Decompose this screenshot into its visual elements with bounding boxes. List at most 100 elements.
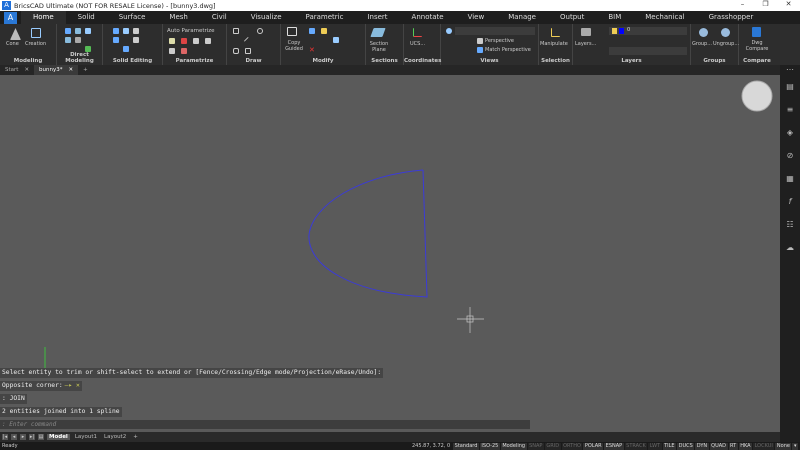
rotate-face-icon[interactable] bbox=[85, 28, 91, 34]
status-toggle-strack[interactable]: STRACK bbox=[624, 442, 648, 450]
status-toggle-dyn[interactable]: DYN bbox=[695, 442, 709, 450]
perspective-button[interactable]: Perspective bbox=[485, 38, 514, 44]
last-layout-button[interactable]: ▸| bbox=[29, 434, 35, 440]
line-icon[interactable] bbox=[243, 36, 253, 46]
new-tab-button[interactable]: + bbox=[78, 65, 93, 75]
tab-view[interactable]: View bbox=[456, 11, 497, 24]
slice-icon[interactable] bbox=[113, 37, 119, 43]
status-toggle-snap[interactable]: SNAP bbox=[527, 442, 544, 450]
status-toggle-esnap[interactable]: ESNAP bbox=[604, 442, 624, 450]
tab-bim[interactable]: BIM bbox=[596, 11, 633, 24]
first-layout-button[interactable]: |◂ bbox=[2, 434, 8, 440]
tab-mechanical[interactable]: Mechanical bbox=[633, 11, 696, 24]
app-menu-button[interactable]: A bbox=[4, 11, 17, 24]
layer-color-swatch[interactable] bbox=[619, 28, 624, 34]
subtract-icon[interactable] bbox=[123, 28, 129, 34]
drawing-canvas[interactable] bbox=[0, 75, 780, 432]
extrude-icon[interactable] bbox=[133, 37, 139, 43]
status-toggle-lwt[interactable]: LWT bbox=[648, 442, 662, 450]
manipulate-icon[interactable] bbox=[551, 28, 560, 37]
move-face-icon[interactable] bbox=[75, 37, 81, 43]
layout-tab-layout1[interactable]: Layout1 bbox=[73, 434, 99, 440]
polygon-icon[interactable] bbox=[233, 48, 239, 54]
status-toggle-iso-25[interactable]: ISO-25 bbox=[479, 442, 500, 450]
arc-icon[interactable] bbox=[233, 28, 239, 34]
attach-icon[interactable]: ⊘ bbox=[780, 144, 800, 167]
tab-visualize[interactable]: Visualize bbox=[239, 11, 294, 24]
layout-tab-model[interactable]: Model bbox=[47, 434, 70, 440]
manipulate-button[interactable]: Manipulate bbox=[540, 41, 568, 47]
next-layout-button[interactable]: ▸ bbox=[20, 434, 26, 440]
cone-icon[interactable] bbox=[10, 28, 21, 40]
circle-icon[interactable] bbox=[257, 28, 263, 34]
status-toggle-ortho[interactable]: ORTHO bbox=[561, 442, 583, 450]
fix-icon[interactable] bbox=[169, 48, 175, 54]
status-toggle-tile[interactable]: TILE bbox=[662, 442, 677, 450]
status-toggle-ducs[interactable]: DUCS bbox=[677, 442, 695, 450]
dwg-compare-button[interactable]: Dwg Compare bbox=[743, 40, 771, 52]
view-select[interactable] bbox=[455, 27, 535, 35]
status-toggle-hka[interactable]: HKA bbox=[738, 442, 753, 450]
add-layout-button[interactable]: + bbox=[131, 434, 140, 440]
push-pull-icon[interactable] bbox=[65, 28, 71, 34]
section-plane-button[interactable]: Section Plane bbox=[368, 41, 390, 53]
cloud-icon[interactable]: ☁ bbox=[780, 236, 800, 259]
tab-solid[interactable]: Solid bbox=[66, 11, 107, 24]
group-icon[interactable] bbox=[699, 28, 708, 37]
coincident-icon[interactable] bbox=[181, 38, 187, 44]
layers-button[interactable]: Layers... bbox=[575, 41, 596, 47]
tab-mesh[interactable]: Mesh bbox=[157, 11, 199, 24]
layout-tab-layout2[interactable]: Layout2 bbox=[102, 434, 128, 440]
status-toggle-none[interactable]: None bbox=[775, 442, 792, 450]
grid-icon[interactable]: ▦ bbox=[780, 167, 800, 190]
fx-icon[interactable]: f bbox=[780, 190, 800, 213]
status-menu-button[interactable]: ▾ bbox=[792, 442, 798, 450]
status-toggle-polar[interactable]: POLAR bbox=[583, 442, 604, 450]
prev-layout-button[interactable]: ◂ bbox=[11, 434, 17, 440]
intersect-icon[interactable] bbox=[133, 28, 139, 34]
status-toggle-standard[interactable]: Standard bbox=[453, 442, 479, 450]
status-toggle-lockui[interactable]: LOCKUI bbox=[753, 442, 775, 450]
close-tab-icon[interactable]: ✕ bbox=[69, 65, 74, 75]
parallel-icon[interactable] bbox=[193, 38, 199, 44]
tab-insert[interactable]: Insert bbox=[355, 11, 399, 24]
layout-list-icon[interactable]: ▤ bbox=[38, 434, 44, 440]
shell-icon[interactable] bbox=[123, 46, 129, 52]
status-toggle-grid[interactable]: GRID bbox=[544, 442, 561, 450]
rectangle-icon[interactable] bbox=[245, 48, 251, 54]
copy-guided-icon[interactable] bbox=[287, 27, 297, 36]
mirror-icon[interactable] bbox=[333, 37, 339, 43]
structure-icon[interactable]: ☷ bbox=[780, 213, 800, 236]
group-button[interactable]: Group... bbox=[692, 41, 712, 47]
tab-manage[interactable]: Manage bbox=[496, 11, 548, 24]
ucs-button[interactable]: UCS... bbox=[410, 41, 425, 47]
tab-home[interactable]: Home bbox=[21, 11, 66, 24]
tangent-icon[interactable] bbox=[181, 48, 187, 54]
status-toggle-quad[interactable]: QUAD bbox=[709, 442, 728, 450]
tab-grasshopper[interactable]: Grasshopper bbox=[697, 11, 766, 24]
offset-face-icon[interactable] bbox=[65, 37, 71, 43]
copy-guided-button[interactable]: Copy Guided bbox=[283, 40, 305, 52]
cone-button[interactable]: Cone bbox=[6, 41, 19, 47]
doc-tab-start[interactable]: Start ✕ bbox=[0, 65, 34, 75]
scale-icon[interactable] bbox=[321, 28, 327, 34]
ungroup-icon[interactable] bbox=[721, 28, 730, 37]
settings-icon[interactable]: ≡ bbox=[780, 98, 800, 121]
status-toggle-rt[interactable]: RT bbox=[728, 442, 738, 450]
auto-parametrize-button[interactable]: Auto Parametrize bbox=[167, 28, 215, 34]
match-perspective-icon[interactable] bbox=[477, 47, 483, 53]
move-icon[interactable] bbox=[309, 28, 315, 34]
perpendicular-icon[interactable] bbox=[205, 38, 211, 44]
layers-icon[interactable] bbox=[581, 28, 591, 36]
lock-icon[interactable] bbox=[169, 38, 175, 44]
minimize-button[interactable]: – bbox=[731, 0, 754, 8]
section-plane-icon[interactable] bbox=[370, 28, 386, 37]
ucs-icon[interactable] bbox=[413, 28, 422, 37]
doc-tab-bunny3[interactable]: bunny3* ✕ bbox=[34, 65, 79, 75]
layer-filter-select[interactable] bbox=[609, 47, 687, 55]
close-button[interactable]: ✕ bbox=[777, 0, 800, 8]
properties-icon[interactable]: ▤ bbox=[780, 75, 800, 98]
command-input[interactable]: : Enter command bbox=[0, 420, 530, 429]
maximize-button[interactable]: ❐ bbox=[754, 0, 777, 8]
tab-output[interactable]: Output bbox=[548, 11, 596, 24]
